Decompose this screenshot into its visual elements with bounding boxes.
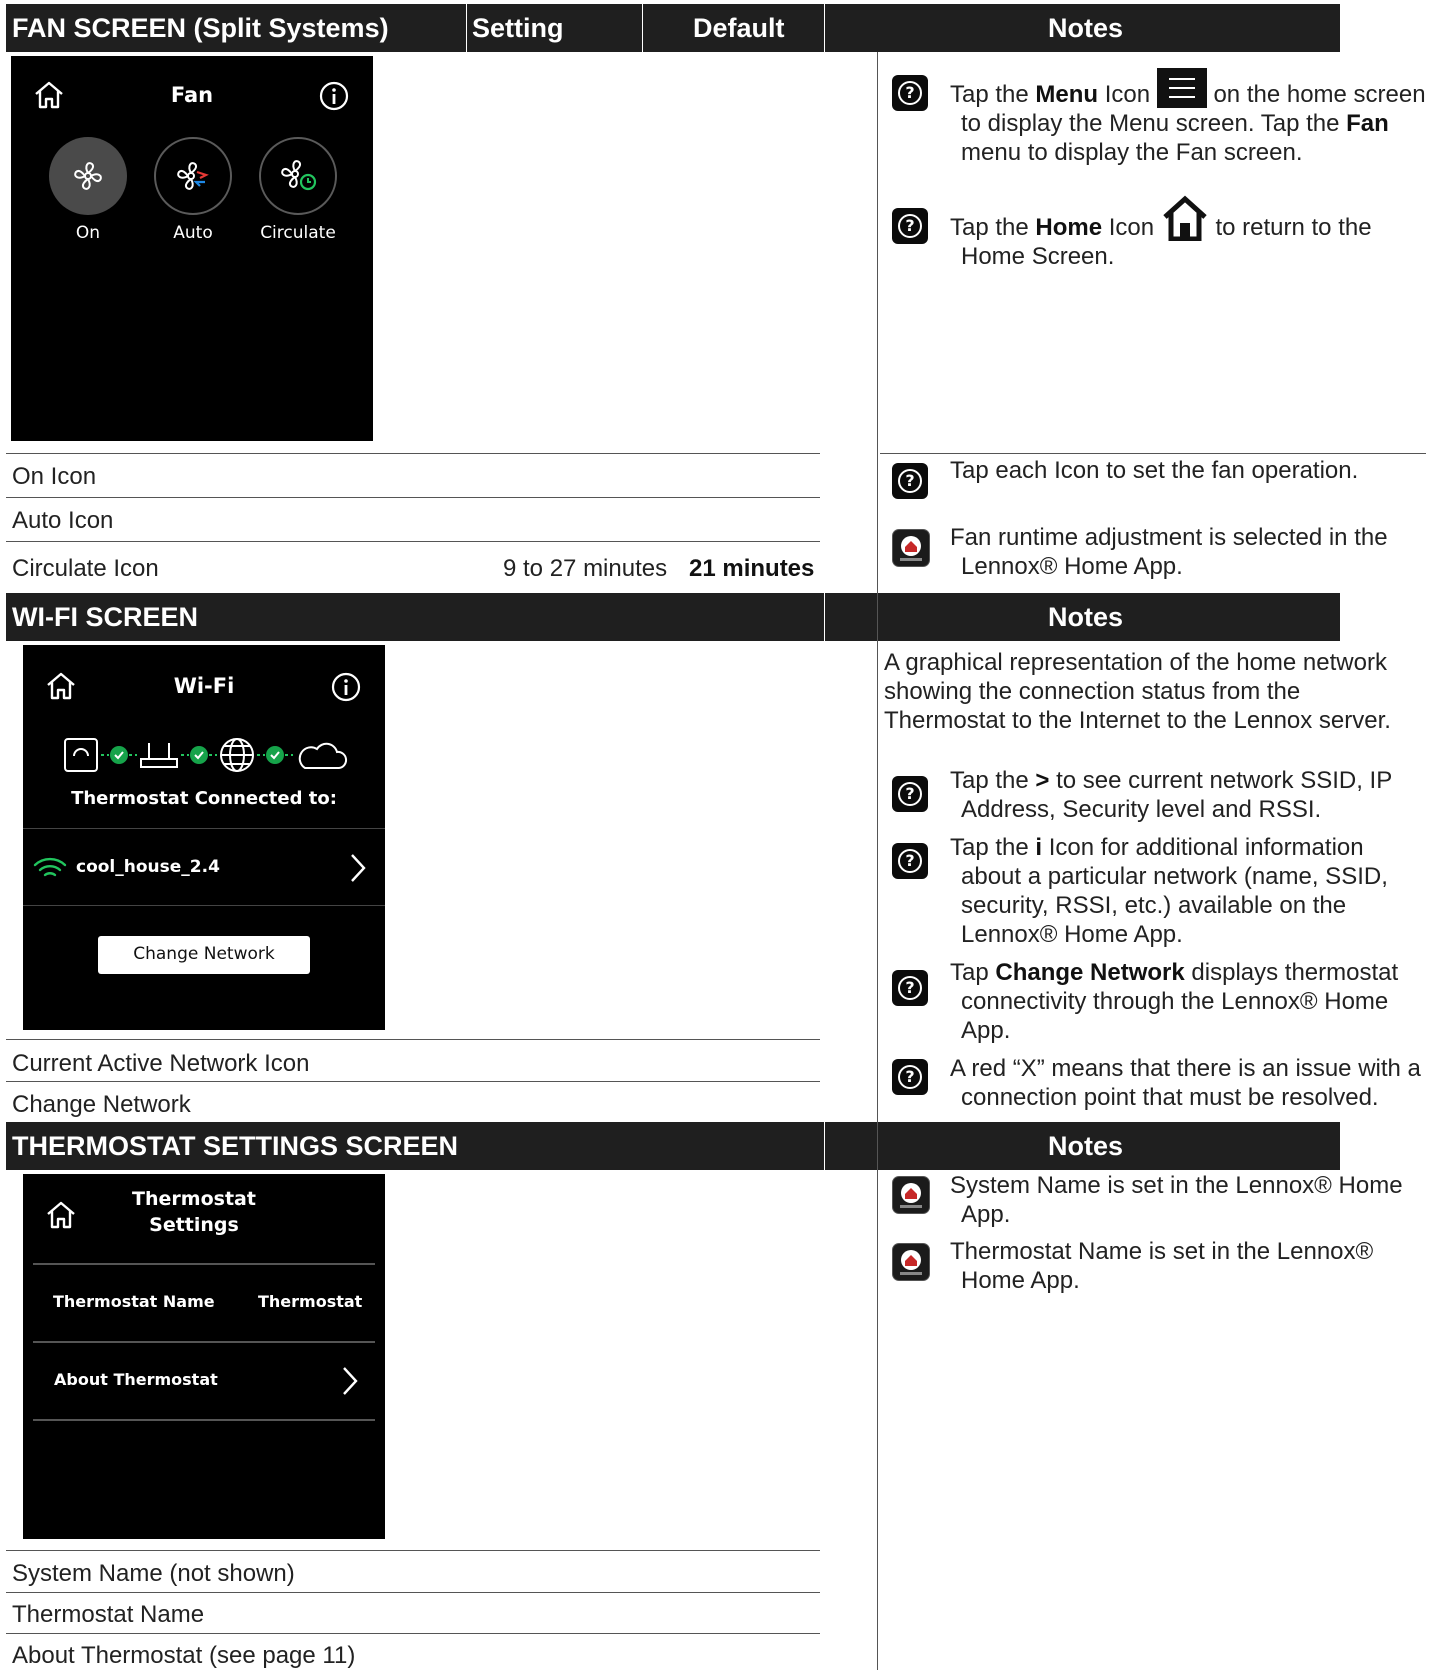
fan-screen-mockup: Fan On Auto Circulate	[11, 56, 373, 441]
thermostat-note-thermostat-name: Thermostat Name is set in the Lennox® Ho…	[950, 1238, 1374, 1294]
thermostat-name-label: Thermostat Name	[53, 1292, 215, 1311]
row-system-name: System Name (not shown)	[12, 1560, 295, 1587]
default-column-header: Default	[693, 13, 785, 43]
home-icon	[1163, 195, 1207, 241]
thermostat-screen-title-line2: Settings	[149, 1214, 239, 1236]
fan-on-button[interactable]	[49, 137, 127, 215]
about-thermostat-row[interactable]: About Thermostat	[33, 1343, 375, 1419]
wifi-screen-mockup: Wi-Fi Thermostat Connected to: cool_hous…	[23, 645, 385, 1030]
check-icon	[190, 746, 208, 764]
wifi-note-change-network: Tap Change Network displays thermostat c…	[950, 959, 1399, 1044]
lennox-app-icon	[892, 1243, 930, 1281]
active-network-row[interactable]: cool_house_2.4	[23, 829, 385, 905]
about-thermostat-label: About Thermostat	[54, 1370, 218, 1389]
fan-note-runtime: Fan runtime adjustment is selected in th…	[950, 524, 1388, 580]
info-icon[interactable]	[318, 80, 350, 112]
wifi-note-info: Tap the i Icon for additional informatio…	[950, 834, 1388, 948]
thermostat-device-icon	[64, 738, 98, 772]
thermostat-section-header: THERMOSTAT SETTINGS SCREEN Notes	[6, 1122, 1340, 1170]
thermostat-note-system-name: System Name is set in the Lennox® Home A…	[950, 1172, 1403, 1228]
fan-circulate-icon	[281, 160, 317, 191]
menu-icon	[1156, 68, 1207, 108]
wifi-section-header: WI-FI SCREEN Notes	[6, 593, 1340, 641]
fan-auto-icon	[177, 162, 209, 190]
fan-note-each-icon: Tap each Icon to set the fan operation.	[950, 457, 1359, 484]
fan-on-label: On	[75, 223, 101, 243]
question-icon: ?	[892, 776, 928, 812]
fan-section-title: FAN SCREEN (Split Systems)	[12, 13, 389, 43]
question-icon: ?	[892, 1059, 928, 1095]
fan-note-menu: Tap the Menu Icon on the home screen to …	[950, 68, 1430, 167]
network-status-diagram	[64, 738, 348, 772]
thermostat-settings-screen-mockup: Thermostat Settings Thermostat Name Ther…	[23, 1174, 385, 1539]
fan-circulate-button[interactable]	[259, 137, 337, 215]
circulate-setting-value: 9 to 27 minutes	[503, 555, 668, 582]
fan-circulate-label: Circulate	[260, 223, 336, 243]
fan-icon	[74, 162, 102, 190]
info-icon[interactable]	[330, 671, 362, 703]
wifi-note-red-x: A red “X” means that there is an issue w…	[950, 1055, 1421, 1111]
row-auto-icon: Auto Icon	[12, 507, 114, 534]
thermostat-screen-title-line1: Thermostat	[132, 1188, 256, 1210]
check-icon	[110, 746, 128, 764]
row-about-thermostat: About Thermostat (see page 11)	[12, 1642, 356, 1669]
thermostat-name-value: Thermostat	[258, 1292, 363, 1311]
row-thermostat-name: Thermostat Name	[12, 1601, 205, 1628]
column-divider	[877, 52, 878, 1670]
setting-column-header: Setting	[472, 13, 564, 43]
router-icon	[140, 743, 178, 768]
chevron-right-icon	[351, 854, 366, 882]
notes-column-header: Notes	[1048, 1131, 1124, 1161]
question-icon: ?	[892, 208, 928, 244]
fan-section-header: FAN SCREEN (Split Systems) Setting Defau…	[6, 4, 1340, 52]
question-icon: ?	[892, 463, 928, 499]
network-name: cool_house_2.4	[76, 857, 220, 877]
lennox-app-icon	[892, 1176, 930, 1214]
row-circulate-icon: Circulate Icon	[12, 555, 159, 582]
home-icon[interactable]	[45, 1200, 77, 1230]
change-network-button[interactable]: Change Network	[98, 936, 310, 974]
globe-icon	[220, 738, 254, 772]
fan-auto-label: Auto	[173, 223, 213, 243]
fan-auto-button[interactable]	[154, 137, 232, 215]
fan-note-home: Tap the Home Icon to return to the Home …	[950, 195, 1430, 271]
thermostat-section-title: THERMOSTAT SETTINGS SCREEN	[12, 1131, 459, 1161]
row-current-active-network: Current Active Network Icon	[12, 1050, 310, 1077]
question-icon: ?	[892, 970, 928, 1006]
question-icon: ?	[892, 843, 928, 879]
question-icon: ?	[892, 75, 928, 111]
circulate-default-value: 21 minutes	[689, 555, 815, 582]
row-change-network: Change Network	[12, 1091, 191, 1118]
change-network-button-label: Change Network	[133, 944, 275, 964]
notes-column-header: Notes	[1048, 13, 1124, 43]
wifi-section-title: WI-FI SCREEN	[12, 602, 198, 632]
wifi-note-chevron: Tap the > to see current network SSID, I…	[950, 767, 1393, 823]
connected-to-label: Thermostat Connected to:	[71, 788, 337, 809]
wifi-intro-note: A graphical representation of the home n…	[884, 649, 1391, 734]
notes-column-header: Notes	[1048, 602, 1124, 632]
check-icon	[266, 746, 284, 764]
thermostat-name-row[interactable]: Thermostat Name Thermostat	[33, 1265, 375, 1341]
lennox-app-icon	[892, 529, 930, 567]
row-on-icon: On Icon	[12, 463, 97, 490]
wifi-icon	[33, 857, 67, 877]
cloud-icon	[298, 742, 348, 769]
chevron-right-icon	[343, 1367, 358, 1395]
